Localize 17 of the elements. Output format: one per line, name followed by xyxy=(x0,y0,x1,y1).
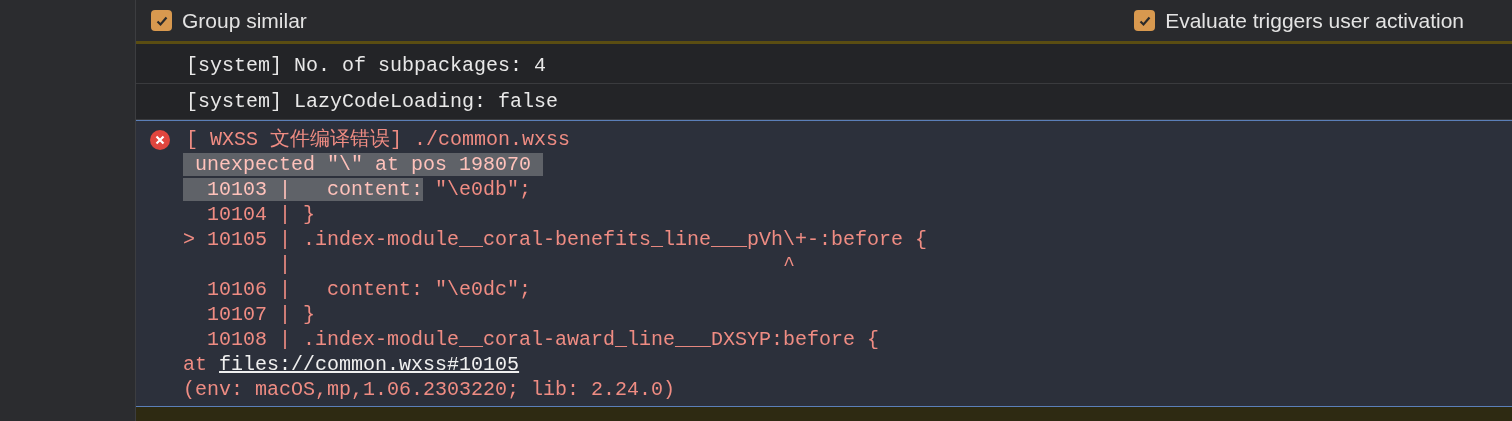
log-message: [system] LazyCodeLoading: false xyxy=(186,88,559,115)
code-line: 10107 | } xyxy=(206,302,316,327)
env-info: (env: macOS,mp,1.06.2303220; lib: 2.24.0) xyxy=(183,377,676,402)
checkbox[interactable] xyxy=(151,10,172,31)
option-label: Evaluate triggers user activation xyxy=(1165,7,1464,34)
at-label: at xyxy=(183,352,208,377)
code-line: | ^ xyxy=(278,252,796,277)
error-icon xyxy=(150,129,170,150)
code-line: 10108 | .index-module__coral-award_line___DXSYP:before { xyxy=(206,327,880,352)
checkbox[interactable] xyxy=(1134,10,1156,31)
log-message: [system] No. of subpackages: 4 xyxy=(186,52,547,79)
code-line: 10106 | content: "\e0dc"; xyxy=(206,277,532,302)
option-label: Group similar xyxy=(182,7,307,34)
code-line: > 10105 | .index-module__coral-benefits_line___pVh\+-:before { xyxy=(183,227,928,252)
code-line: 10104 | } xyxy=(206,202,316,227)
error-title: [ WXSS 文件编译错误] ./common.wxss xyxy=(186,127,571,152)
file-link[interactable]: files://common.wxss#10105 xyxy=(219,352,520,377)
